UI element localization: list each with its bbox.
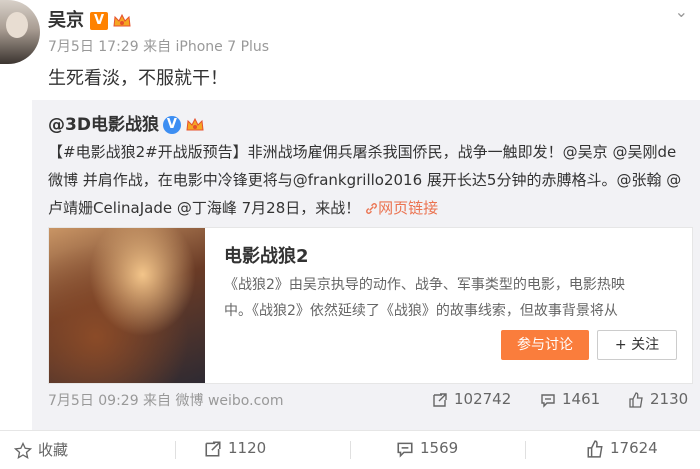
repost-comment-count[interactable]: 1461: [540, 390, 600, 408]
favorite-button[interactable]: 收藏: [14, 439, 68, 460]
forward-button[interactable]: 1120: [204, 439, 266, 458]
star-icon: [14, 441, 32, 459]
post-source: iPhone 7 Plus: [175, 39, 270, 55]
divider: [525, 441, 526, 459]
follow-button[interactable]: + 关注: [597, 330, 677, 360]
crown-icon: [186, 117, 204, 131]
web-link[interactable]: 网页链接: [365, 199, 438, 217]
join-discussion-button[interactable]: 参与讨论: [501, 330, 589, 360]
link-icon: [366, 203, 377, 214]
comment-icon: [397, 442, 413, 458]
source-prefix: 来自: [143, 39, 172, 55]
movie-poster-image[interactable]: [49, 228, 205, 383]
repost-user-row: @3D电影战狼 V: [48, 110, 205, 135]
verified-icon: V: [90, 12, 108, 30]
divider: [175, 441, 176, 459]
like-button[interactable]: 17624: [586, 439, 658, 458]
forward-icon: [205, 440, 221, 457]
crown-icon: [113, 13, 131, 27]
forward-icon: [433, 392, 447, 407]
repost-text-line: 微博 并肩作战，在电影中冷锋更将与@frankgrillo2016 展开长达5分…: [48, 171, 682, 189]
card-desc-line: 《战狼2》由吴京执导的动作、战争、军事类型的电影，电影热映: [224, 277, 625, 293]
avatar[interactable]: [0, 0, 40, 64]
repost-text-line: 卢靖姗CelinaJade @丁海峰 7月28日，来战！ 网页链接: [48, 199, 439, 217]
verified-blue-icon: V: [162, 116, 181, 134]
action-bar: 收藏 1120 1569 17624: [0, 430, 700, 469]
card-description: 《战狼2》由吴京执导的动作、战争、军事类型的电影，电影热映 中。《战狼2》依然延…: [224, 272, 679, 324]
comment-icon: [541, 393, 555, 408]
repost-text-line: 【#电影战狼2#开战版预告】非洲战场雇佣兵屠杀我国侨民，战争一触即发！@吴京 @…: [48, 143, 677, 161]
repost-box: @3D电影战狼 V 【#电影战狼2#开战版预告】非洲战场雇佣兵屠杀我国侨民，战争一…: [32, 100, 700, 430]
card-title[interactable]: 电影战狼2: [224, 242, 309, 268]
repost-meta[interactable]: 7月5日 09:29 来自 微博 weibo.com: [48, 390, 283, 410]
repost-forward-count[interactable]: 102742: [432, 390, 511, 408]
post-user-name-row: 吴京 V: [48, 6, 132, 32]
divider: [350, 441, 351, 459]
thumbs-up-icon: [629, 391, 643, 408]
card-desc-line: 中。《战狼2》依然延续了《战狼》的故事线索，但故事背景将从: [224, 303, 618, 319]
post-meta: 7月5日 17:29 来自 iPhone 7 Plus: [48, 36, 269, 56]
thumbs-up-icon: [587, 439, 603, 458]
repost-text: 【#电影战狼2#开战版预告】非洲战场雇佣兵屠杀我国侨民，战争一触即发！@吴京 @…: [48, 138, 698, 222]
post-text: 生死看淡，不服就干！: [48, 68, 228, 89]
movie-card[interactable]: 电影战狼2 《战狼2》由吴京执导的动作、战争、军事类型的电影，电影热映 中。《战…: [48, 227, 693, 384]
comment-button[interactable]: 1569: [396, 439, 458, 458]
repost-like-count[interactable]: 2130: [628, 390, 688, 408]
repost-user-name[interactable]: @3D电影战狼: [48, 115, 159, 135]
more-chevron-icon[interactable]: ⌄: [675, 2, 688, 21]
post-time[interactable]: 7月5日 17:29: [48, 39, 139, 55]
post-user-name[interactable]: 吴京: [48, 10, 84, 31]
